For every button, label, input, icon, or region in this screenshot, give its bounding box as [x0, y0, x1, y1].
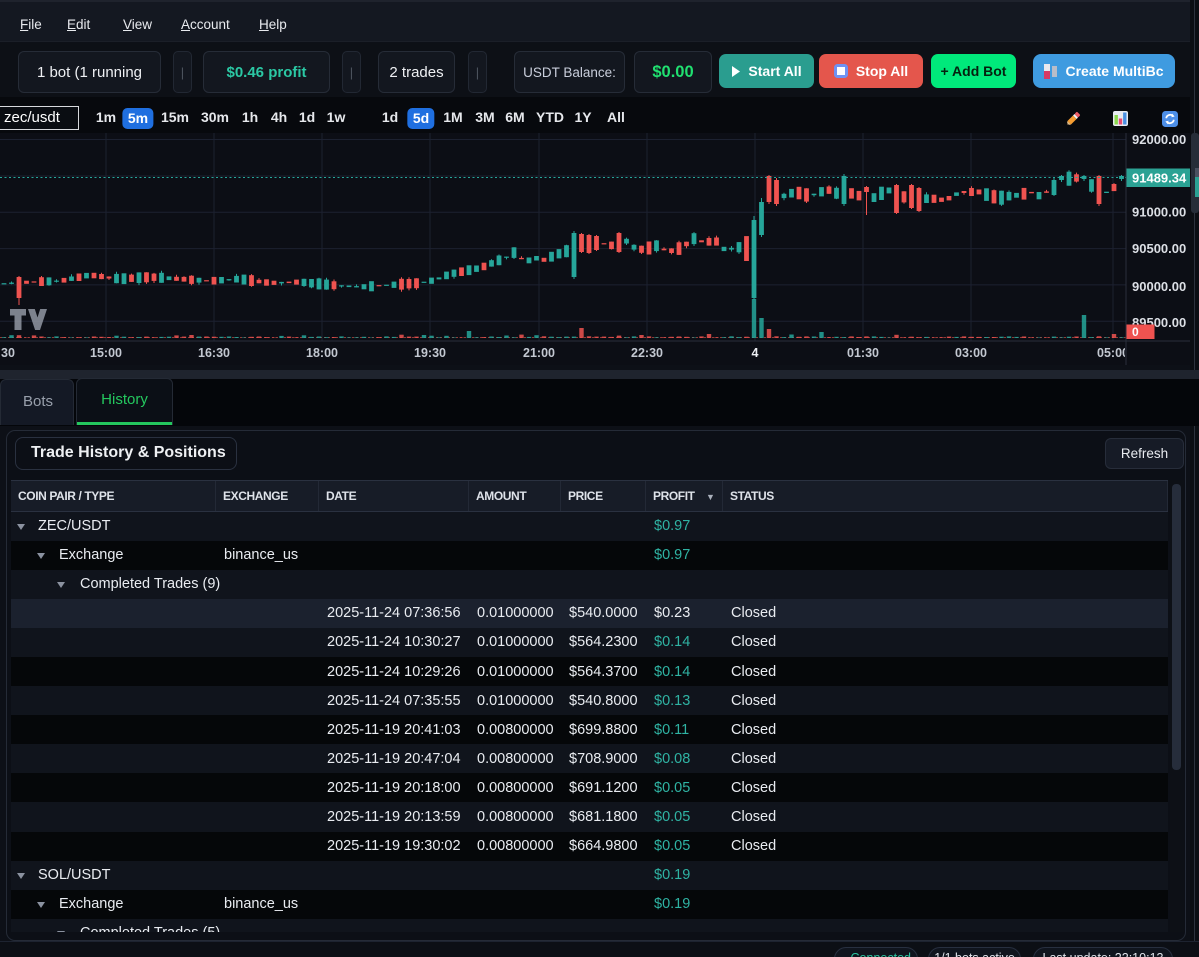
svg-text:03:00: 03:00 — [955, 346, 987, 360]
svg-text:30: 30 — [1, 346, 15, 360]
svg-text:90500.00: 90500.00 — [1132, 241, 1186, 256]
svg-text:15:00: 15:00 — [90, 346, 122, 360]
svg-text:22:30: 22:30 — [631, 346, 663, 360]
svg-text:05:00: 05:00 — [1097, 346, 1129, 360]
svg-text:19:30: 19:30 — [414, 346, 446, 360]
svg-text:92000.00: 92000.00 — [1132, 132, 1186, 147]
svg-text:16:30: 16:30 — [198, 346, 230, 360]
svg-text:0: 0 — [1132, 325, 1139, 339]
svg-text:01:30: 01:30 — [847, 346, 879, 360]
svg-text:90000.00: 90000.00 — [1132, 279, 1186, 294]
svg-text:4: 4 — [752, 346, 759, 360]
svg-text:18:00: 18:00 — [306, 346, 338, 360]
svg-text:91000.00: 91000.00 — [1132, 205, 1186, 220]
svg-text:91489.34: 91489.34 — [1132, 171, 1187, 186]
svg-text:21:00: 21:00 — [523, 346, 555, 360]
